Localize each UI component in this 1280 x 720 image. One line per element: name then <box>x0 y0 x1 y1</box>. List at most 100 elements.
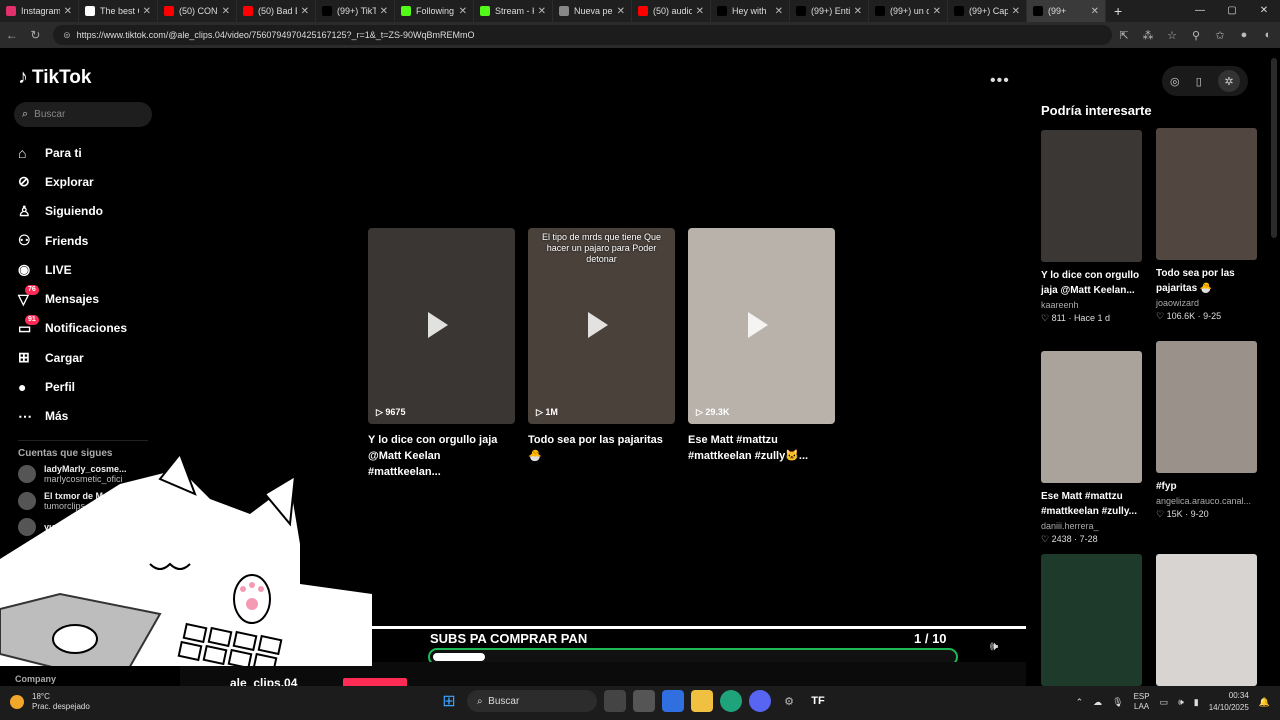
browser-tab[interactable]: (99+) Capi ✕ <box>948 0 1027 22</box>
browser-tab[interactable]: (99+ ✕ <box>1027 0 1106 22</box>
tab-close-icon[interactable]: ✕ <box>775 6 783 17</box>
edge-icon[interactable] <box>720 690 742 712</box>
monitor-icon[interactable]: ▭ <box>1160 697 1169 708</box>
copilot-icon[interactable]: ◐ <box>1256 29 1280 42</box>
tab-close-icon[interactable]: ✕ <box>617 6 625 17</box>
play-icon[interactable] <box>748 312 768 338</box>
sidebar-item-live[interactable]: ◉ LIVE <box>18 255 127 284</box>
sidebar-item-friends[interactable]: ⚇ Friends <box>18 226 127 255</box>
browser-tab[interactable]: (99+) TikTo ✕ <box>316 0 395 22</box>
tab-close-icon[interactable]: ✕ <box>301 6 309 17</box>
play-icon[interactable] <box>588 312 608 338</box>
battery-icon[interactable]: ▮ <box>1194 697 1199 708</box>
tab-close-icon[interactable]: ✕ <box>854 6 862 17</box>
minimize-icon[interactable]: — <box>1184 0 1216 22</box>
video-title[interactable]: Todo sea por las pajaritas 🐣 <box>528 432 675 464</box>
browser-tab[interactable]: (50) Bad B ✕ <box>237 0 316 22</box>
tab-close-icon[interactable]: ✕ <box>143 6 151 17</box>
search-input[interactable]: ⌕ Buscar <box>14 102 152 127</box>
discord-icon[interactable] <box>749 690 771 712</box>
sidebar-item-perfil[interactable]: ● Perfil <box>18 372 127 401</box>
tab-close-icon[interactable]: ✕ <box>1012 6 1020 17</box>
recommended-title[interactable]: Todo sea por las pajaritas 🐣 <box>1156 266 1257 296</box>
windows-start-icon[interactable]: ⊞ <box>438 690 460 712</box>
recommended-title[interactable]: Ese Matt #mattzu #mattkeelan #zully... <box>1041 489 1142 519</box>
recommended-title[interactable]: Y lo dice con orgullo jaja @Matt Keelan.… <box>1041 268 1142 298</box>
recommended-author[interactable]: daniii.herrera_ <box>1041 521 1142 531</box>
translate-icon[interactable]: ⁂ <box>1136 29 1160 42</box>
recommended-thumbnail[interactable] <box>1041 351 1142 483</box>
scrollbar[interactable] <box>1271 58 1277 238</box>
settings-app-icon[interactable]: ⚙ <box>778 690 800 712</box>
recommended-video[interactable]: #fyp angelica.arauco.canal... ♡ 15K · 9-20 <box>1156 341 1257 520</box>
browser-tab[interactable]: (50) audio ✕ <box>632 0 711 22</box>
video-card[interactable]: ▷ 29.3K Ese Matt #mattzu #mattkeelan #zul… <box>688 228 835 464</box>
maximize-icon[interactable]: ▢ <box>1216 0 1248 22</box>
tiktok-logo[interactable]: ♪ TikTok <box>18 66 91 89</box>
close-icon[interactable]: ✕ <box>1248 0 1280 22</box>
notifications-icon[interactable]: 🔔 <box>1259 697 1270 708</box>
sidebar-item-siguiendo[interactable]: ♙ Siguiendo <box>18 197 127 226</box>
tab-close-icon[interactable]: ✕ <box>459 6 467 17</box>
sidebar-item-notificaciones[interactable]: ▭ Notificaciones 91 <box>18 314 127 343</box>
copilot-app-icon[interactable] <box>662 690 684 712</box>
browser-tab[interactable]: Hey with ✕ <box>711 0 790 22</box>
browser-tab[interactable]: (99+) un di ✕ <box>869 0 948 22</box>
tray-chevron-icon[interactable]: ⌃ <box>1076 697 1084 708</box>
taskbar-search[interactable]: ⌕ Buscar <box>467 690 597 712</box>
phone-icon[interactable]: ▯ <box>1196 75 1202 88</box>
recommended-thumbnail[interactable] <box>1156 128 1257 260</box>
recommended-thumbnail[interactable] <box>1041 130 1142 262</box>
video-card[interactable]: El tipo de mrds que tiene Que hacer un p… <box>528 228 675 464</box>
video-thumbnail[interactable]: ▷ 9675 <box>368 228 515 424</box>
video-title[interactable]: Ese Matt #mattzu #mattkeelan #zully🐱... <box>688 432 835 464</box>
browser-tab[interactable]: (50) CONC ✕ <box>158 0 237 22</box>
video-thumbnail[interactable]: ▷ 29.3K <box>688 228 835 424</box>
tab-close-icon[interactable]: ✕ <box>538 6 546 17</box>
recommended-video[interactable] <box>1156 554 1257 686</box>
recommended-video[interactable] <box>1041 554 1142 686</box>
tab-close-icon[interactable]: ✕ <box>1091 6 1099 17</box>
profile-avatar-icon[interactable]: ● <box>1232 29 1256 42</box>
tab-close-icon[interactable]: ✕ <box>933 6 941 17</box>
video-card[interactable]: ▷ 9675 Y lo dice con orgullo jaja @Matt K… <box>368 228 515 480</box>
more-options-icon[interactable]: ••• <box>990 72 1010 90</box>
tf-app-icon[interactable]: TF <box>807 690 829 712</box>
browser-tab[interactable]: Instagram ✕ <box>0 0 79 22</box>
url-field[interactable]: ⊜ https://www.tiktok.com/@ale_clips.04/v… <box>53 25 1112 45</box>
sidebar-item-parati[interactable]: ⌂ Para ti <box>18 138 127 167</box>
volume-icon[interactable]: 🕪 <box>990 638 998 654</box>
recommended-title[interactable]: #fyp <box>1156 479 1257 494</box>
recommended-video[interactable]: Todo sea por las pajaritas 🐣 joaowizard ♡ … <box>1156 128 1257 322</box>
play-icon[interactable] <box>428 312 448 338</box>
extensions-icon[interactable]: ⚲ <box>1184 29 1208 42</box>
favorites-icon[interactable]: ✩ <box>1208 29 1232 42</box>
video-title[interactable]: Y lo dice con orgullo jaja @Matt Keelan … <box>368 432 515 480</box>
sidebar-item-cargar[interactable]: ⊞ Cargar <box>18 343 127 372</box>
browser-tab[interactable]: Following ✕ <box>395 0 474 22</box>
open-in-app-icon[interactable]: ⇱ <box>1112 29 1136 42</box>
recommended-author[interactable]: kaareenh <box>1041 300 1142 310</box>
sidebar-item-mensajes[interactable]: ▽ Mensajes 76 <box>18 284 127 313</box>
tab-close-icon[interactable]: ✕ <box>222 6 230 17</box>
recommended-video[interactable]: Y lo dice con orgullo jaja @Matt Keelan.… <box>1041 130 1142 324</box>
company-link[interactable]: Company <box>15 674 56 684</box>
new-tab-icon[interactable]: + <box>1114 3 1122 19</box>
language-indicator[interactable]: ESP LAA <box>1134 692 1150 712</box>
weather-widget[interactable]: 18°C Prac. despejado <box>10 692 90 712</box>
cloud-icon[interactable]: ☁ <box>1093 697 1102 708</box>
browser-tab[interactable]: The best C ✕ <box>79 0 158 22</box>
sidebar-item-explorar[interactable]: ⊘ Explorar <box>18 167 127 196</box>
file-explorer-icon[interactable] <box>691 690 713 712</box>
tab-close-icon[interactable]: ✕ <box>380 6 388 17</box>
speaker-icon[interactable]: 🕪 <box>1178 697 1184 708</box>
task-view-icon[interactable] <box>604 690 626 712</box>
recommended-thumbnail[interactable] <box>1041 554 1142 686</box>
follow-button[interactable] <box>343 678 407 686</box>
site-info-icon[interactable]: ⊜ <box>63 30 71 41</box>
recommended-author[interactable]: angelica.arauco.canal... <box>1156 496 1257 506</box>
sidebar-item-ms[interactable]: ⋯ Más <box>18 402 127 431</box>
refresh-icon[interactable]: ↻ <box>24 28 48 42</box>
browser-tab[interactable]: Stream - K ✕ <box>474 0 553 22</box>
recommended-thumbnail[interactable] <box>1156 554 1257 686</box>
